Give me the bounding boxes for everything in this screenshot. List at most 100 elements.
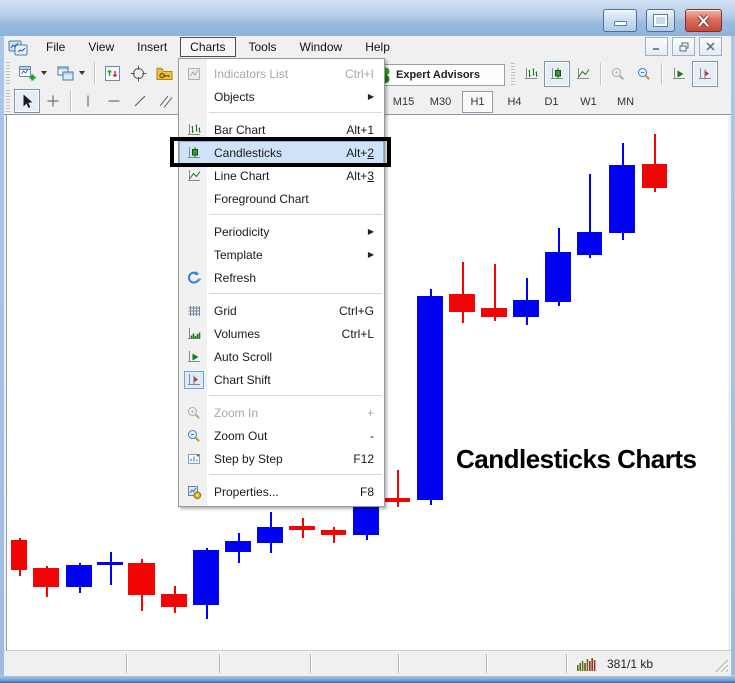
menu-item-grid[interactable]: Grid Ctrl+G [179,299,384,322]
dropdown-arrow-icon[interactable] [41,71,47,75]
title-bar [0,0,735,37]
bar-chart-button[interactable] [518,61,544,87]
maximize-icon [653,14,668,27]
profiles-button[interactable] [52,60,78,86]
menu-item-refresh[interactable]: Refresh [179,266,384,289]
bar-chart-icon [179,122,208,138]
menu-item-label: Indicators List [214,66,289,81]
menubar-item-insert[interactable]: Insert [127,37,177,57]
crosshair-target-button[interactable] [125,60,151,86]
market-watch-button[interactable] [99,60,125,86]
menu-item-foreground-chart[interactable]: Foreground Chart [179,187,384,210]
menubar-item-tools[interactable]: Tools [239,37,287,57]
timeframe-mn-button[interactable]: MN [610,91,641,113]
dropdown-arrow-icon[interactable] [79,71,85,75]
minimize-button[interactable] [603,9,637,32]
menu-item-label: Chart Shift [214,372,271,387]
zoom-out-button[interactable] [631,61,657,87]
trendline-button[interactable] [127,89,153,113]
menu-item-shortcut: Ctrl+I [344,66,374,81]
menubar-item-charts[interactable]: Charts [180,37,236,57]
candle-body [609,165,635,233]
toolbar-separator [70,90,71,112]
maximize-button[interactable] [646,9,675,32]
mdi-restore-button[interactable] [672,37,695,56]
auto-scroll-button[interactable] [666,61,692,87]
app-icon [8,38,28,57]
crosshair-target-icon [130,65,146,81]
chart-annotation-label: Candlesticks Charts [456,444,697,474]
menu-item-step-by-step[interactable]: Step by Step F12 [179,447,384,470]
toolbar-grip[interactable] [6,90,10,112]
profiles-icon [57,66,73,80]
vertical-line-icon [87,95,89,107]
menu-item-label: Template [214,247,263,262]
timeframe-w1-button[interactable]: W1 [573,91,604,113]
chart-shift-button[interactable] [692,61,718,87]
candle-body [193,550,219,605]
resize-grip[interactable] [713,657,730,676]
menu-item-periodicity[interactable]: Periodicity ▶ [179,220,384,243]
horizontal-line-icon [108,100,120,102]
new-chart-button[interactable] [14,60,40,86]
candle-body [289,526,315,530]
submenu-arrow-icon: ▶ [367,250,374,259]
menu-item-objects[interactable]: Objects ▶ [179,85,384,108]
timeframe-m30-button[interactable]: M30 [425,91,456,113]
menu-item-shortcut: Ctrl+G [338,303,374,318]
grid-icon [179,303,208,319]
new-chart-icon [18,65,35,80]
zoom-in-icon [612,68,624,80]
menu-item-line-chart[interactable]: Line Chart Alt+3 [179,164,384,187]
menubar-item-window[interactable]: Window [290,37,353,57]
submenu-arrow-icon: ▶ [367,92,374,101]
menu-item-label: Auto Scroll [214,349,273,364]
menu-separator [179,108,384,118]
menu-item-auto-scroll[interactable]: Auto Scroll [179,345,384,368]
menu-item-shortcut: F8 [359,484,374,499]
menu-item-label: Line Chart [214,168,270,183]
cursor-button[interactable] [14,89,40,113]
statusbar-divider [566,654,567,673]
expert-advisors-button[interactable]: Expert Advisors [378,64,505,86]
menu-item-zoom-out[interactable]: Zoom Out - [179,424,384,447]
mdi-minimize-button[interactable] [645,37,668,56]
chart-shift-icon [179,370,208,389]
line-chart-icon [179,168,208,184]
properties-icon [179,484,208,500]
navigator-button[interactable] [151,60,177,86]
crosshair-button[interactable] [40,89,66,113]
line-chart-icon [577,68,590,79]
menu-item-shortcut: Ctrl+L [341,326,374,341]
connection-bars-icon [577,657,596,671]
toolbar-grip[interactable] [6,62,10,84]
menu-item-shortcut: Alt+3 [346,168,374,183]
menu-item-chart-shift[interactable]: Chart Shift [179,368,384,391]
candle-body [642,164,667,188]
menubar-item-view[interactable]: View [78,37,124,57]
timeframe-h4-button[interactable]: H4 [499,91,530,113]
statusbar-divider [310,654,311,673]
timeframe-m15-button[interactable]: M15 [388,91,419,113]
minimize-icon [613,21,627,26]
vertical-line-button[interactable] [75,89,101,113]
candlesticks-button[interactable] [544,61,570,87]
menubar-item-help[interactable]: Help [355,37,400,57]
menu-item-properties[interactable]: Properties... F8 [179,480,384,503]
menubar-item-file[interactable]: File [36,37,75,57]
close-button[interactable] [685,9,722,32]
candle-body [128,563,155,595]
menu-item-label: Zoom In [214,405,259,420]
timeframe-h1-button[interactable]: H1 [462,91,493,113]
menu-item-volumes[interactable]: Volumes Ctrl+L [179,322,384,345]
mdi-close-button[interactable] [699,37,722,56]
auto-scroll-icon [179,349,208,365]
menu-item-template[interactable]: Template ▶ [179,243,384,266]
submenu-arrow-icon: ▶ [367,227,374,236]
timeframe-d1-button[interactable]: D1 [536,91,567,113]
candle-body [545,252,571,302]
channel-button[interactable] [153,89,179,113]
line-chart-button[interactable] [570,61,596,87]
navigator-icon [156,67,172,80]
horizontal-line-button[interactable] [101,89,127,113]
